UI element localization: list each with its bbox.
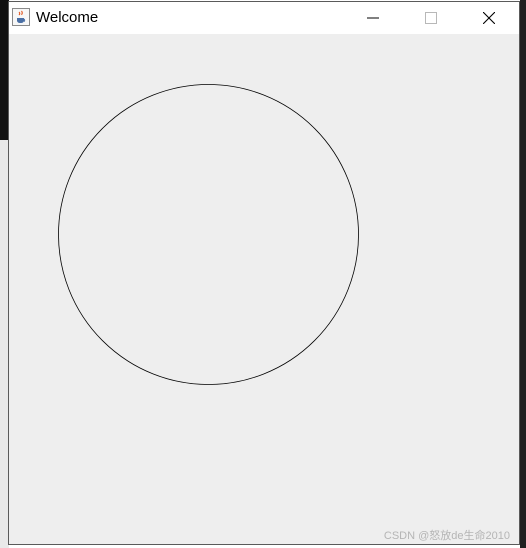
- drawing-panel: [9, 34, 519, 544]
- application-window: Welcome: [8, 1, 520, 545]
- minimize-button[interactable]: [350, 2, 396, 34]
- drawn-circle: [58, 84, 359, 385]
- maximize-button[interactable]: [408, 2, 454, 34]
- close-button[interactable]: [466, 2, 512, 34]
- desktop: Welcome CSDN @怒放de生命2010: [0, 0, 526, 548]
- close-icon: [483, 12, 495, 24]
- background-right-edge: [520, 0, 526, 548]
- drawing-canvas: [58, 84, 359, 385]
- title-bar[interactable]: Welcome: [9, 2, 519, 34]
- minimize-icon: [367, 17, 379, 19]
- java-cup-icon[interactable]: [12, 8, 30, 26]
- maximize-icon: [425, 12, 437, 24]
- watermark: CSDN @怒放de生命2010: [383, 530, 510, 542]
- window-title: Welcome: [36, 9, 99, 26]
